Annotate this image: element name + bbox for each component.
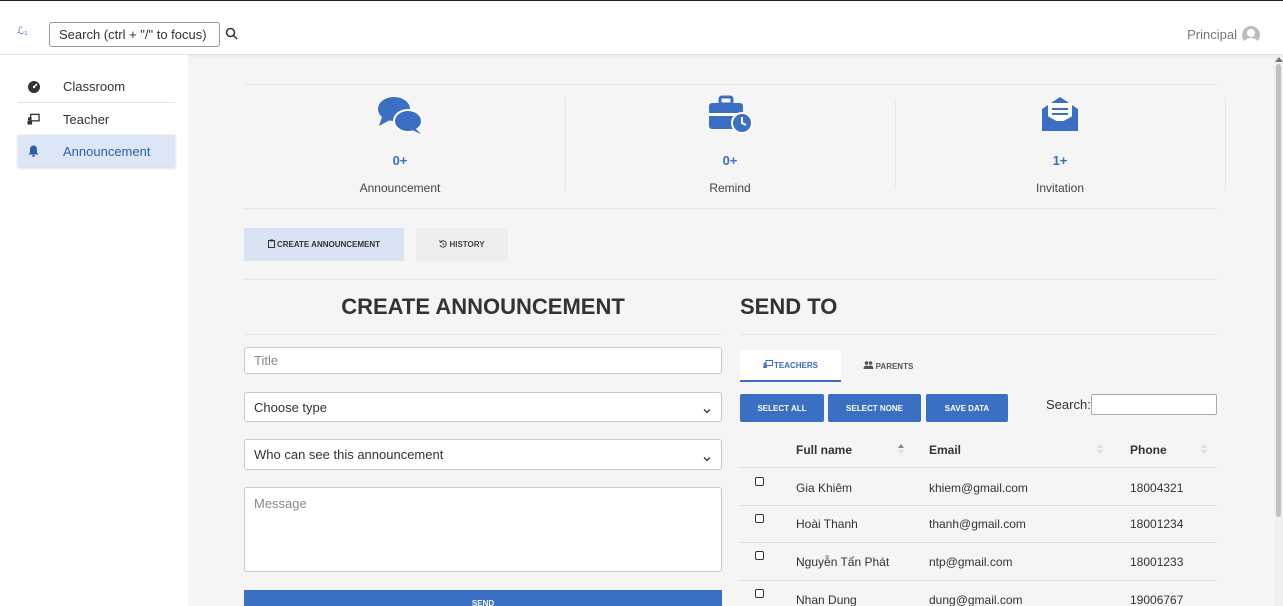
- cell-full-name: Nguyễn Tấn Phát: [796, 555, 890, 569]
- user-avatar-icon[interactable]: [1242, 26, 1260, 44]
- stat-count: 1+: [1052, 153, 1068, 168]
- create-announcement-title: CREATE ANNOUNCEMENT: [341, 294, 625, 319]
- row-checkbox[interactable]: [755, 551, 764, 560]
- cell-phone: 18004321: [1130, 481, 1184, 495]
- users-icon: [863, 361, 874, 371]
- divider: [895, 98, 896, 190]
- divider: [565, 98, 566, 190]
- divider: [1225, 98, 1226, 190]
- cell-full-name: Nhan Dung: [796, 593, 857, 606]
- divider: [740, 505, 1217, 506]
- save-data-button[interactable]: SAVE DATA: [926, 394, 1008, 422]
- tab-teachers[interactable]: TEACHERS: [740, 350, 841, 382]
- tab-label: CREATE ANNOUNCEMENT: [276, 240, 381, 249]
- top-bar: ℒ₁ Search (ctrl + "/" to focus) Principa…: [0, 0, 1283, 54]
- cell-full-name: Gia Khiêm: [796, 481, 853, 495]
- row-checkbox[interactable]: [755, 514, 764, 523]
- divider: [740, 542, 1217, 543]
- sidebar-item-label: Teacher: [63, 111, 110, 127]
- cell-email: thanh@gmail.com: [929, 517, 1026, 531]
- tab-create-announcement[interactable]: CREATE ANNOUNCEMENT: [244, 228, 404, 261]
- column-header-email[interactable]: Email: [929, 443, 961, 457]
- scroll-up-arrow-icon[interactable]: [1275, 57, 1283, 62]
- sidebar-item-label: Announcement: [63, 143, 151, 159]
- stat-label: Announcement: [359, 181, 441, 195]
- send-to-title: SEND TO: [740, 294, 838, 319]
- history-icon: [439, 239, 448, 250]
- user-name[interactable]: Principal: [1187, 27, 1237, 42]
- chevron-down-icon: [703, 451, 711, 461]
- sidebar-item-label: Classroom: [63, 79, 126, 94]
- sidebar-item-classroom[interactable]: Classroom: [18, 71, 175, 103]
- cell-email: ntp@gmail.com: [929, 555, 1013, 569]
- sort-icon[interactable]: [1096, 443, 1104, 455]
- search-icon[interactable]: [224, 25, 240, 43]
- divider: [740, 580, 1217, 581]
- sidebar-item-teacher[interactable]: Teacher: [18, 103, 175, 135]
- search-input[interactable]: Search (ctrl + "/" to focus): [49, 22, 220, 47]
- tab-history[interactable]: HISTORY: [416, 228, 508, 261]
- sort-ascending-icon[interactable]: [897, 443, 905, 455]
- cell-phone: 18001234: [1130, 517, 1184, 531]
- sidebar: Classroom Teacher Announcement: [0, 55, 188, 606]
- sort-icon[interactable]: [1200, 443, 1208, 455]
- comments-icon: [376, 95, 424, 138]
- column-header-full-name[interactable]: Full name: [796, 443, 852, 457]
- sidebar-item-announcement[interactable]: Announcement: [18, 135, 175, 167]
- bell-icon: [27, 145, 40, 158]
- table-search-label: Search:: [1046, 397, 1091, 412]
- cell-phone: 18001233: [1130, 555, 1184, 569]
- cell-full-name: Hoài Thanh: [796, 517, 858, 531]
- cell-phone: 19006767: [1130, 593, 1184, 606]
- divider: [740, 334, 1217, 335]
- cell-email: dung@gmail.com: [929, 593, 1023, 606]
- select-none-button[interactable]: SELECT NONE: [828, 394, 921, 422]
- app-logo[interactable]: ℒ₁: [17, 26, 28, 37]
- visibility-select-value: Who can see this announcement: [254, 447, 444, 462]
- stat-label: Invitation: [1035, 181, 1085, 195]
- chevron-down-icon: [703, 403, 711, 414]
- divider: [244, 84, 1217, 85]
- divider: [244, 334, 722, 335]
- cell-email: khiem@gmail.com: [929, 481, 1028, 495]
- row-checkbox[interactable]: [755, 589, 764, 598]
- tab-label: PARENTS: [875, 361, 914, 371]
- divider: [244, 279, 1217, 280]
- message-textarea[interactable]: Message: [244, 487, 722, 572]
- briefcase-clock-icon: [708, 95, 756, 138]
- chalkboard-teacher-icon: [27, 113, 40, 126]
- table-search-input[interactable]: [1091, 394, 1217, 415]
- stat-count: 0+: [392, 153, 408, 168]
- column-header-phone[interactable]: Phone: [1130, 443, 1167, 457]
- gauge-icon: [27, 80, 40, 93]
- chalkboard-teacher-icon: [763, 360, 773, 370]
- divider: [244, 208, 1217, 209]
- stat-label: Remind: [709, 181, 751, 195]
- select-all-button[interactable]: SELECT ALL: [740, 394, 824, 422]
- tab-label: TEACHERS: [773, 360, 818, 370]
- tab-label: HISTORY: [449, 240, 485, 249]
- tab-parents[interactable]: PARENTS: [848, 350, 928, 382]
- clipboard-icon: [267, 239, 275, 250]
- visibility-select[interactable]: Who can see this announcement: [244, 439, 722, 470]
- type-select[interactable]: Choose type: [244, 392, 722, 422]
- type-select-value: Choose type: [254, 399, 327, 415]
- divider: [740, 467, 1217, 468]
- row-checkbox[interactable]: [755, 477, 764, 486]
- stat-count: 0+: [722, 153, 738, 168]
- title-input[interactable]: Title: [244, 347, 722, 374]
- scrollbar-thumb[interactable]: [1276, 64, 1281, 517]
- send-button[interactable]: SEND: [244, 590, 722, 606]
- envelope-open-text-icon: [1040, 95, 1080, 138]
